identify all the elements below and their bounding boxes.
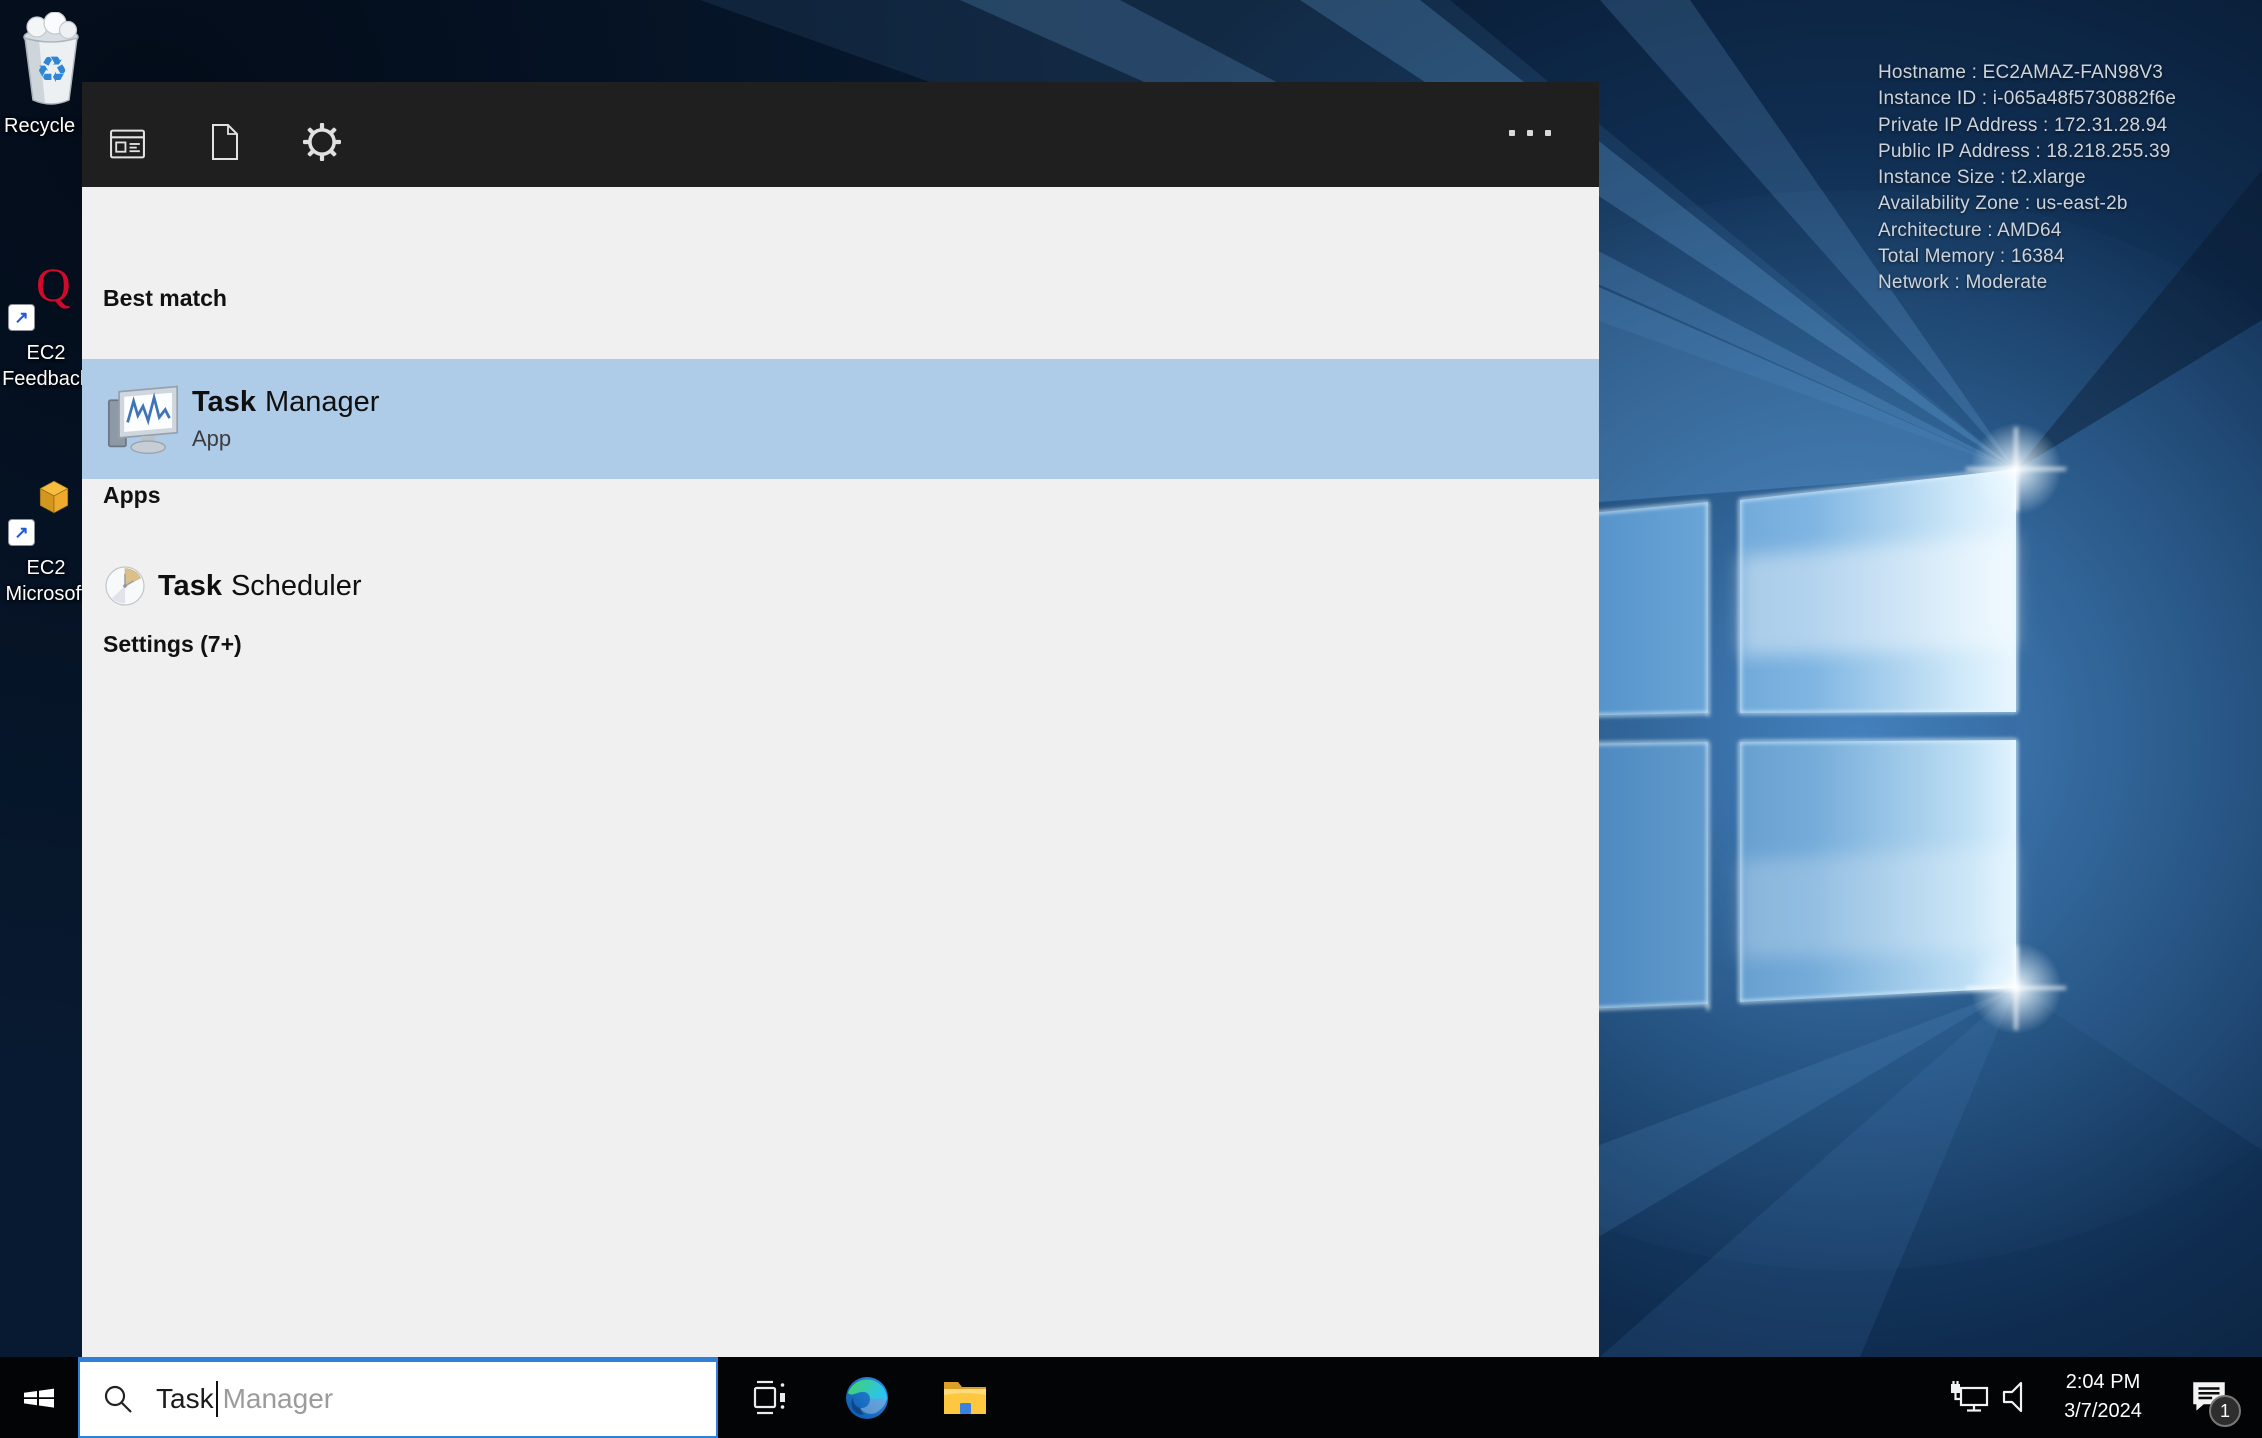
result-title-rest: Scheduler	[230, 569, 362, 602]
result-title: Task Scheduler	[158, 570, 362, 603]
search-filter-bar	[82, 82, 1599, 187]
search-icon	[104, 1385, 132, 1413]
instance-info-line: Network : Moderate	[1878, 272, 2048, 294]
settings-filter-button[interactable]	[302, 122, 342, 162]
result-title-match: Task	[192, 386, 256, 418]
search-result-task-manager[interactable]: Task Manager App	[82, 359, 1599, 479]
result-subtitle: App	[192, 426, 232, 451]
ellipsis-icon	[1545, 130, 1551, 136]
result-title-match: Task	[158, 569, 222, 602]
shortcut-arrow-icon: ↗	[8, 519, 35, 546]
result-title-rest: Manager	[264, 386, 380, 418]
search-input-suggestion: Manager	[222, 1383, 334, 1414]
file-explorer-button[interactable]	[938, 1357, 992, 1438]
edge-browser-button[interactable]	[840, 1357, 894, 1438]
instance-info-line: Hostname : EC2AMAZ-FAN98V3	[1878, 62, 2164, 83]
clock-date: 3/7/2024	[2064, 1400, 2142, 1422]
volume-tray-button[interactable]	[1996, 1357, 2044, 1438]
apps-filter-icon	[109, 129, 145, 159]
gear-icon	[303, 123, 341, 161]
instance-info: Hostname : EC2AMAZ-FAN98V3 Instance ID :…	[1878, 60, 2176, 297]
gold-cube-icon	[39, 480, 69, 514]
apps-filter-button[interactable]	[107, 124, 147, 164]
file-explorer-icon	[944, 1381, 986, 1414]
edge-icon	[846, 1376, 888, 1419]
task-view-icon	[753, 1380, 785, 1414]
section-label-apps: Apps	[103, 482, 161, 508]
start-button[interactable]	[0, 1357, 78, 1438]
result-title: Task Manager	[192, 386, 379, 419]
task-scheduler-icon	[105, 566, 145, 606]
ethernet-network-icon	[1951, 1380, 1989, 1412]
task-view-button[interactable]	[742, 1357, 794, 1438]
instance-info-line: Instance ID : i-065a48f5730882f6e	[1878, 88, 2177, 110]
search-results-panel: Best match Task Manager App Apps Task Sc…	[82, 82, 1599, 1357]
desktop-screen: Hostname : EC2AMAZ-FAN98V3 Instance ID :…	[0, 0, 2262, 1438]
shortcut-arrow-icon: ↗	[8, 304, 35, 331]
document-filter-icon	[212, 124, 238, 160]
ellipsis-icon	[1509, 130, 1515, 136]
instance-info-line: Total Memory : 16384	[1878, 246, 2065, 268]
ellipsis-icon	[1527, 130, 1533, 136]
network-tray-button[interactable]	[1946, 1357, 1994, 1438]
text-caret	[215, 1381, 218, 1417]
instance-info-line: Architecture : AMD64	[1878, 219, 2062, 241]
speaker-muted-icon	[2002, 1381, 2023, 1412]
search-input-text: Task	[156, 1383, 214, 1414]
notification-count-badge[interactable]: 1	[2209, 1395, 2241, 1427]
more-options-button[interactable]	[1509, 130, 1551, 136]
clock-time: 2:04 PM	[2065, 1371, 2141, 1393]
svg-text:♻: ♻	[36, 50, 68, 91]
section-label-settings[interactable]: Settings (7+)	[103, 631, 242, 658]
recycle-bin-icon: ♻	[23, 11, 79, 105]
instance-info-line: Availability Zone : us-east-2b	[1878, 193, 2128, 215]
windows-logo-icon	[24, 1388, 54, 1408]
red-q-logo-icon: Q	[36, 259, 71, 312]
taskbar: Task Manager 2:04 PM 3/7/2024	[0, 1357, 2262, 1438]
tray-clock[interactable]: 2:04 PM 3/7/2024	[2048, 1368, 2158, 1426]
instance-info-line: Public IP Address : 18.218.255.39	[1878, 140, 2171, 162]
documents-filter-button[interactable]	[205, 122, 245, 162]
section-label-best-match: Best match	[103, 285, 227, 311]
taskbar-search-box[interactable]: Task Manager	[78, 1357, 718, 1438]
instance-info-line: Instance Size : t2.xlarge	[1878, 167, 2086, 189]
search-result-task-scheduler[interactable]: Task Scheduler	[82, 550, 1599, 622]
instance-info-line: Private IP Address : 172.31.28.94	[1878, 114, 2168, 136]
task-manager-icon	[107, 385, 179, 455]
